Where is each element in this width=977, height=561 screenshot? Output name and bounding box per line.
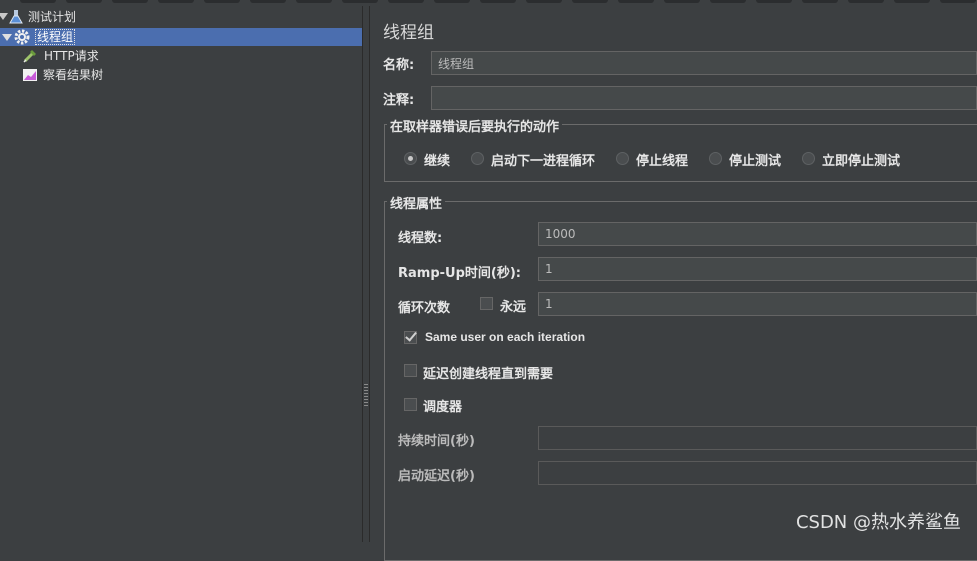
toolbar-button[interactable] — [572, 0, 608, 3]
page-title: 线程组 — [383, 23, 434, 43]
tree-item-label: 测试计划 — [28, 10, 77, 24]
split-pane-divider[interactable] — [362, 6, 370, 542]
rampup-field[interactable] — [538, 257, 977, 281]
toolbar-button[interactable] — [250, 0, 286, 3]
radio-stop-test-now-label[interactable]: 立即停止测试 — [822, 150, 900, 169]
thread-properties-legend: 线程属性 — [387, 193, 446, 212]
toolbar-button[interactable] — [342, 0, 378, 3]
name-field[interactable] — [431, 51, 977, 75]
toolbar-button[interactable] — [158, 0, 194, 3]
toolbar-button[interactable] — [388, 0, 424, 3]
radio-start-next-loop-label[interactable]: 启动下一进程循环 — [491, 150, 595, 169]
toolbar-button[interactable] — [434, 0, 470, 3]
toolbar-button[interactable] — [940, 0, 976, 3]
tree-item-label: 线程组 — [35, 29, 76, 45]
view-results-tree-chart-icon — [23, 69, 37, 81]
radio-stop-test[interactable] — [709, 152, 722, 165]
tree-item-http-request[interactable]: HTTP请求 — [0, 47, 362, 65]
http-request-pipette-icon — [23, 50, 36, 63]
toolbar-button[interactable] — [20, 0, 56, 3]
radio-continue-label[interactable]: 继续 — [424, 150, 450, 169]
tree-item-view-results-tree[interactable]: 察看结果树 — [0, 66, 362, 84]
toolbar-button[interactable] — [756, 0, 792, 3]
tree-item-thread-group[interactable]: 线程组 — [0, 28, 362, 46]
same-user-label[interactable]: Same user on each iteration — [425, 330, 585, 344]
toolbar-button[interactable] — [802, 0, 838, 3]
expand-arrow-icon[interactable] — [0, 13, 8, 20]
test-plan-flask-icon — [9, 10, 23, 24]
radio-stop-test-label[interactable]: 停止测试 — [729, 150, 781, 169]
same-user-checkbox[interactable] — [404, 331, 417, 344]
forever-label[interactable]: 永远 — [500, 296, 526, 315]
watermark: CSDN @热水养鲨鱼 — [795, 512, 961, 533]
comment-field[interactable] — [431, 86, 977, 110]
toolbar-button[interactable] — [848, 0, 884, 3]
delay-thread-creation-checkbox[interactable] — [404, 364, 417, 377]
toolbar-button[interactable] — [710, 0, 746, 3]
scheduler-label[interactable]: 调度器 — [423, 396, 462, 415]
scheduler-checkbox[interactable] — [404, 398, 417, 411]
toolbar-button[interactable] — [894, 0, 930, 3]
duration-field[interactable] — [538, 426, 977, 450]
toolbar-button[interactable] — [204, 0, 240, 3]
radio-start-next-loop[interactable] — [471, 152, 484, 165]
rampup-label: Ramp-Up时间(秒): — [398, 266, 521, 281]
expand-arrow-icon[interactable] — [2, 34, 12, 41]
toolbar-button[interactable] — [618, 0, 654, 3]
toolbar-button[interactable] — [66, 0, 102, 3]
toolbar-button[interactable] — [296, 0, 332, 3]
loop-count-field[interactable] — [538, 292, 977, 316]
radio-continue[interactable] — [404, 152, 417, 165]
name-label: 名称: — [383, 58, 415, 73]
toolbar-button[interactable] — [112, 0, 148, 3]
thread-group-panel: 线程组 名称: 注释: 在取样器错误后要执行的动作 继续 启动下一进程循环 停止… — [370, 6, 977, 561]
radio-stop-test-now[interactable] — [802, 152, 815, 165]
tree-item-test-plan[interactable]: 测试计划 — [0, 8, 362, 26]
thread-group-gear-icon — [14, 29, 30, 45]
radio-stop-thread-label[interactable]: 停止线程 — [636, 150, 688, 169]
toolbar-button[interactable] — [664, 0, 700, 3]
tree-item-label: 察看结果树 — [43, 68, 104, 82]
forever-checkbox[interactable] — [480, 297, 493, 310]
loop-count-label: 循环次数 — [398, 301, 451, 316]
tree-item-label: HTTP请求 — [44, 49, 99, 63]
thread-count-label: 线程数: — [398, 231, 443, 246]
radio-stop-thread[interactable] — [616, 152, 629, 165]
drag-handle-icon[interactable] — [364, 384, 368, 406]
duration-label: 持续时间(秒) — [398, 434, 475, 449]
toolbar-button[interactable] — [526, 0, 562, 3]
startup-delay-label: 启动延迟(秒) — [398, 469, 475, 484]
thread-count-field[interactable] — [538, 222, 977, 246]
startup-delay-field[interactable] — [538, 461, 977, 485]
error-action-legend: 在取样器错误后要执行的动作 — [387, 116, 563, 135]
delay-thread-creation-label[interactable]: 延迟创建线程直到需要 — [423, 363, 553, 382]
comment-label: 注释: — [383, 93, 415, 108]
toolbar-button[interactable] — [480, 0, 516, 3]
test-plan-tree: 测试计划 线程组 HTTP请求 察看结果树 — [0, 6, 362, 542]
